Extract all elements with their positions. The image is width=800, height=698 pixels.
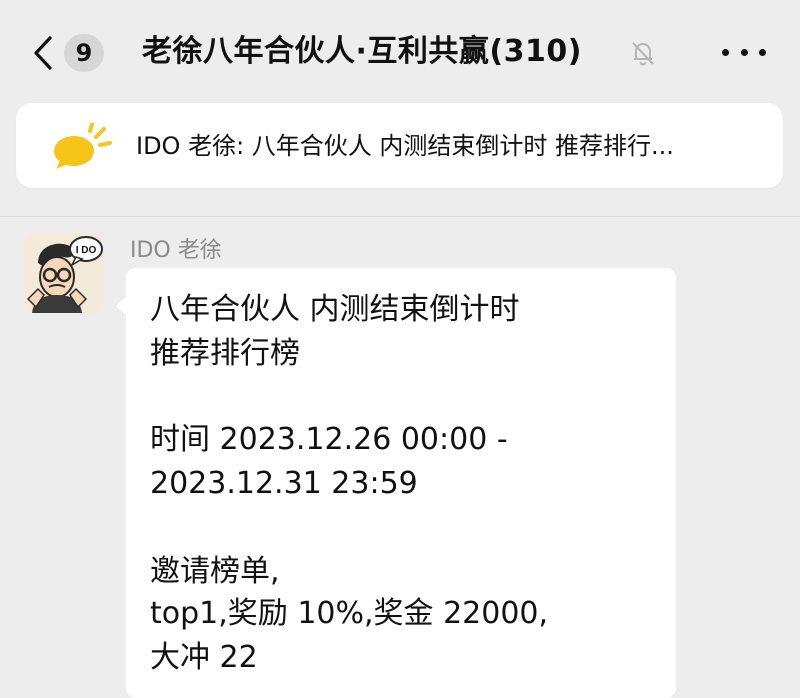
message-line: top1,奖励 10%,奖金 22000, (150, 596, 549, 631)
more-dots-icon (740, 48, 748, 56)
message-line: 2023.12.31 23:59 (150, 466, 418, 501)
back-button[interactable] (30, 34, 58, 72)
pinned-announcement[interactable]: IDO 老徐: 八年合伙人 内测结束倒计时 推荐排行... (16, 103, 783, 188)
bell-muted-icon (628, 38, 658, 68)
message-line: 邀请榜单, (150, 554, 280, 589)
chat-title: 老徐八年合伙人·互利共赢(310) (142, 34, 582, 69)
message-bubble[interactable]: 八年合伙人 内测结束倒计时 推荐排行榜 时间 2023.12.26 00:00 … (116, 268, 676, 698)
pinned-announcement-text: IDO 老徐: 八年合伙人 内测结束倒计时 推荐排行... (136, 132, 674, 160)
message-line: 推荐排行榜 (150, 336, 300, 371)
chat-header: 9 老徐八年合伙人·互利共赢(310) (0, 0, 800, 100)
unread-count-badge[interactable]: 9 (64, 34, 104, 72)
more-button[interactable] (722, 42, 766, 62)
message-line: 八年合伙人 内测结束倒计时 (150, 292, 520, 327)
divider (0, 216, 800, 217)
avatar-badge-text: I DO (76, 245, 97, 256)
more-dots-icon (759, 48, 766, 56)
sender-name: IDO 老徐 (130, 238, 222, 263)
chevron-left-icon (34, 36, 52, 70)
message-line: 时间 2023.12.26 00:00 - (150, 422, 508, 457)
megaphone-icon (54, 123, 112, 169)
message-line: 大冲 22 (150, 640, 258, 675)
more-dots-icon (722, 48, 729, 56)
avatar[interactable]: I DO (24, 233, 104, 313)
